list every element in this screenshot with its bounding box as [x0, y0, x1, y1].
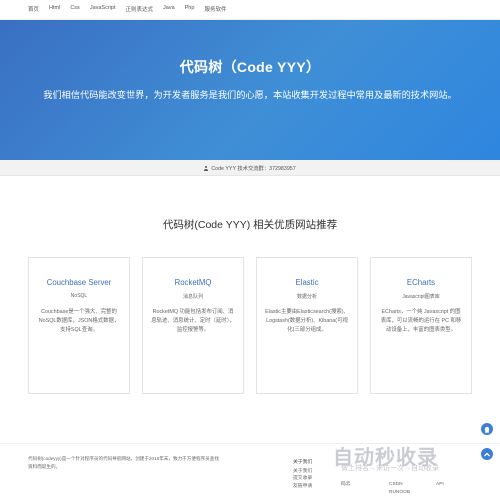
- card-name[interactable]: Couchbase Server: [29, 278, 129, 287]
- card-type: NoSQL: [70, 293, 88, 299]
- card-description: Elastic主要由Elasticsearch(搜索)、Logstash(数据分…: [265, 309, 349, 333]
- footer-link-api[interactable]: API: [436, 481, 444, 489]
- footer-col-heading: 关于我们: [293, 460, 313, 465]
- nav-item-server-software[interactable]: 服务软件: [204, 5, 226, 13]
- site-card-elastic[interactable]: Elastic 数据分析 Elastic主要由Elasticsearch(搜索)…: [256, 257, 358, 394]
- footer-col-3: CSDN RUNOOB: [389, 481, 410, 496]
- footer-link-about[interactable]: 关于我们: [293, 468, 312, 476]
- card-name[interactable]: Elastic: [257, 278, 357, 287]
- arrow-up-icon: [484, 452, 490, 457]
- top-nav: 首页 Html Css JavaScript 正则表达式 Java Php 服务…: [0, 0, 500, 20]
- card-description: Couchbase是一个强大、完整的NoSQL数据库，JSON格式数据，支持SQ…: [38, 309, 120, 333]
- footer-link-gitee[interactable]: 码云: [341, 481, 351, 489]
- watermark-tagline: 做上排名→来访一次→自动收录: [341, 465, 439, 472]
- site-card-echarts[interactable]: ECharts Javascript图表库 ECharts，一个纯 Javasc…: [370, 257, 472, 394]
- card-type: 数据分析: [296, 294, 317, 300]
- nav-item-javascript[interactable]: JavaScript: [90, 5, 116, 13]
- card-name[interactable]: RocketMQ: [143, 278, 243, 287]
- qq-float-button[interactable]: [481, 423, 493, 435]
- watermark: 自动秒收录 做上排名→来访一次→自动收录: [333, 441, 483, 477]
- footer-col-about: 关于我们 关于我们 提交收录 友链申请: [293, 459, 312, 490]
- card-type: Javascript图表库: [402, 294, 440, 300]
- card-description: ECharts，一个纯 Javascript 的图表库，可以流畅的运行在 PC …: [380, 309, 462, 333]
- card-type: 消息队列: [182, 294, 203, 300]
- qq-group-text: Code YYY 技术交流群：372983957: [211, 166, 296, 172]
- section-title: 代码树(Code YYY) 相关优质网站推荐: [162, 219, 338, 231]
- site-card-rocketmq[interactable]: RocketMQ 消息队列 RocketMQ 功能包括发布订阅、消息轨迹、消息统…: [142, 257, 244, 394]
- footer-col-2: 码云: [341, 481, 351, 489]
- hero-title: 代码树（Code YYY）: [179, 59, 321, 75]
- back-to-top-button[interactable]: [481, 448, 493, 460]
- footer-about: 代码树(codeyyy)是一个针对程序员的代码导航网站，创建于2016年末，致力…: [28, 456, 219, 469]
- nav-items: 首页 Html Css JavaScript 正则表达式 Java Php 服务…: [28, 5, 236, 13]
- nav-item-java[interactable]: Java: [163, 5, 175, 13]
- user-icon: [204, 166, 209, 171]
- qq-icon: [484, 426, 490, 433]
- nav-item-php[interactable]: Php: [185, 5, 195, 13]
- nav-item-home[interactable]: 首页: [28, 5, 39, 13]
- site-card-couchbase[interactable]: Couchbase Server NoSQL Couchbase是一个强大、完整…: [28, 257, 130, 394]
- footer-link-csdn[interactable]: CSDN: [389, 481, 410, 489]
- footer-link-friend-link[interactable]: 友链申请: [293, 483, 312, 491]
- hero-banner: 代码树（Code YYY） 我们相信代码能改变世界，为开发者服务是我们的心愿，本…: [0, 20, 500, 160]
- nav-item-html[interactable]: Html: [49, 5, 60, 13]
- info-strip-content: Code YYY 技术交流群：372983957: [0, 164, 500, 172]
- info-strip: Code YYY 技术交流群：372983957: [0, 160, 500, 176]
- nav-item-css[interactable]: Css: [70, 5, 79, 13]
- footer-link-runoob[interactable]: RUNOOB: [389, 489, 410, 497]
- card-name[interactable]: ECharts: [371, 278, 471, 287]
- hero-subtitle: 我们相信代码能改变世界，为开发者服务是我们的心愿，本站收集开发过程中常用及最新的…: [43, 90, 457, 100]
- card-description: RocketMQ 功能包括发布订阅、消息轨迹、消息统计、定时（延时），监控报警等…: [151, 309, 235, 333]
- footer-col-4: API: [436, 481, 444, 489]
- nav-item-regex[interactable]: 正则表达式: [126, 5, 154, 13]
- footer-link-submit[interactable]: 提交收录: [293, 475, 312, 483]
